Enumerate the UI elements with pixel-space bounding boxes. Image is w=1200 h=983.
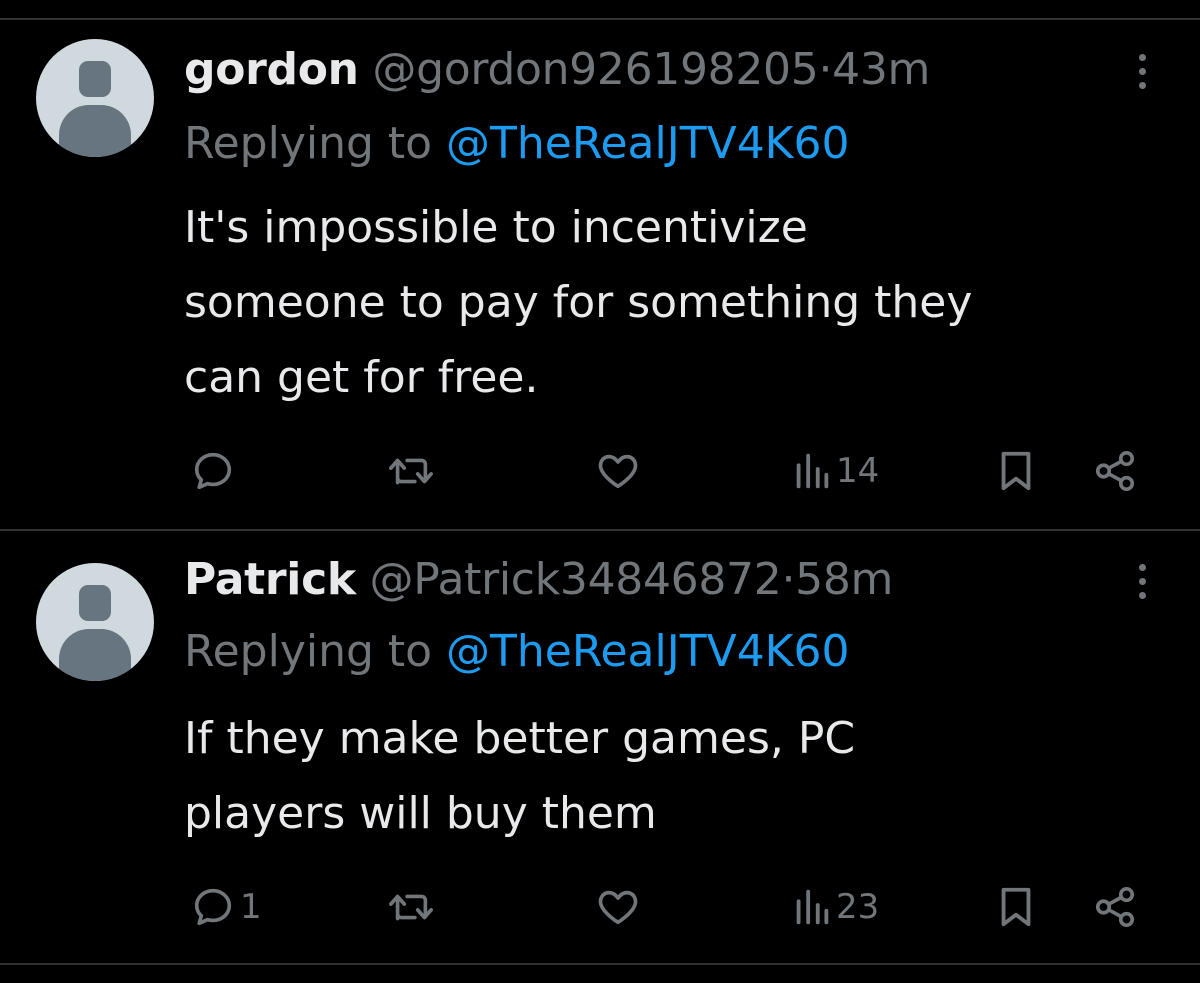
views-count: 14 [836,451,880,491]
bookmark-icon [1001,887,1031,927]
tweet-header: gordon @gordon926198205·43m [184,42,930,98]
avatar[interactable] [36,563,154,681]
tweet-text-line: players will buy them [184,788,657,839]
like-button[interactable] [594,446,642,496]
replying-to-label: Replying to [184,118,447,169]
timeline-divider-bottom [0,963,1200,965]
user-handle[interactable]: @gordon926198205 [372,44,818,95]
retweet-icon [389,894,433,921]
avatar-head-shape [79,585,111,621]
more-options-icon[interactable] [1132,50,1154,94]
views-icon [796,453,829,489]
tweet-text-line: someone to pay for something they [184,277,973,328]
heart-icon [598,890,638,925]
share-button[interactable] [1092,446,1138,496]
avatar[interactable] [36,39,154,157]
tweet-actions: 14 [0,446,1200,496]
views-icon [796,889,829,925]
share-icon [1095,886,1135,928]
tweet-actions: 1 23 [0,882,1200,932]
display-name[interactable]: gordon [184,44,359,95]
tweet-text-line: can get for free. [184,352,539,403]
views-button[interactable]: 23 [792,882,879,932]
tweet-text-line: If they make better games, PC [184,713,856,764]
display-name[interactable]: Patrick [184,554,356,605]
reply-button[interactable] [190,446,240,496]
replying-to-label: Replying to [184,626,447,677]
reply-icon [194,452,232,490]
views-button[interactable]: 14 [792,446,879,496]
tweet-text: If they make better games, PC players wi… [184,701,1144,851]
avatar-shoulders-shape [59,105,131,157]
mention-link[interactable]: @TheRealJTV4K60 [446,118,849,169]
like-button[interactable] [594,882,642,932]
bookmark-button[interactable] [996,446,1036,496]
bookmark-button[interactable] [996,882,1036,932]
retweet-button[interactable] [386,882,436,932]
tweet-header: Patrick @Patrick34846872·58m [184,552,893,608]
share-icon [1095,450,1135,492]
retweet-icon [389,458,433,485]
more-options-icon[interactable] [1132,560,1154,604]
avatar-shoulders-shape [59,629,131,681]
mention-link[interactable]: @TheRealJTV4K60 [446,626,849,677]
retweet-button[interactable] [386,446,436,496]
replying-to-line: Replying to @TheRealJTV4K60 [184,116,850,172]
tweet-divider [0,529,1200,531]
views-count: 23 [836,887,880,927]
timestamp[interactable]: 58m [795,554,893,605]
timestamp[interactable]: 43m [832,44,930,95]
bookmark-icon [1001,451,1031,491]
avatar-head-shape [79,61,111,97]
separator-dot: · [781,554,796,605]
heart-icon [598,454,638,489]
reply-button[interactable]: 1 [190,882,262,932]
tweet-text-line: It's impossible to incentivize [184,202,808,253]
separator-dot: · [818,44,833,95]
user-handle[interactable]: @Patrick34846872 [370,554,782,605]
tweet-text: It's impossible to incentivize someone t… [184,190,1144,415]
timeline-divider-top [0,18,1200,20]
reply-icon [194,888,232,926]
reply-count: 1 [240,887,262,927]
share-button[interactable] [1092,882,1138,932]
replying-to-line: Replying to @TheRealJTV4K60 [184,624,850,680]
